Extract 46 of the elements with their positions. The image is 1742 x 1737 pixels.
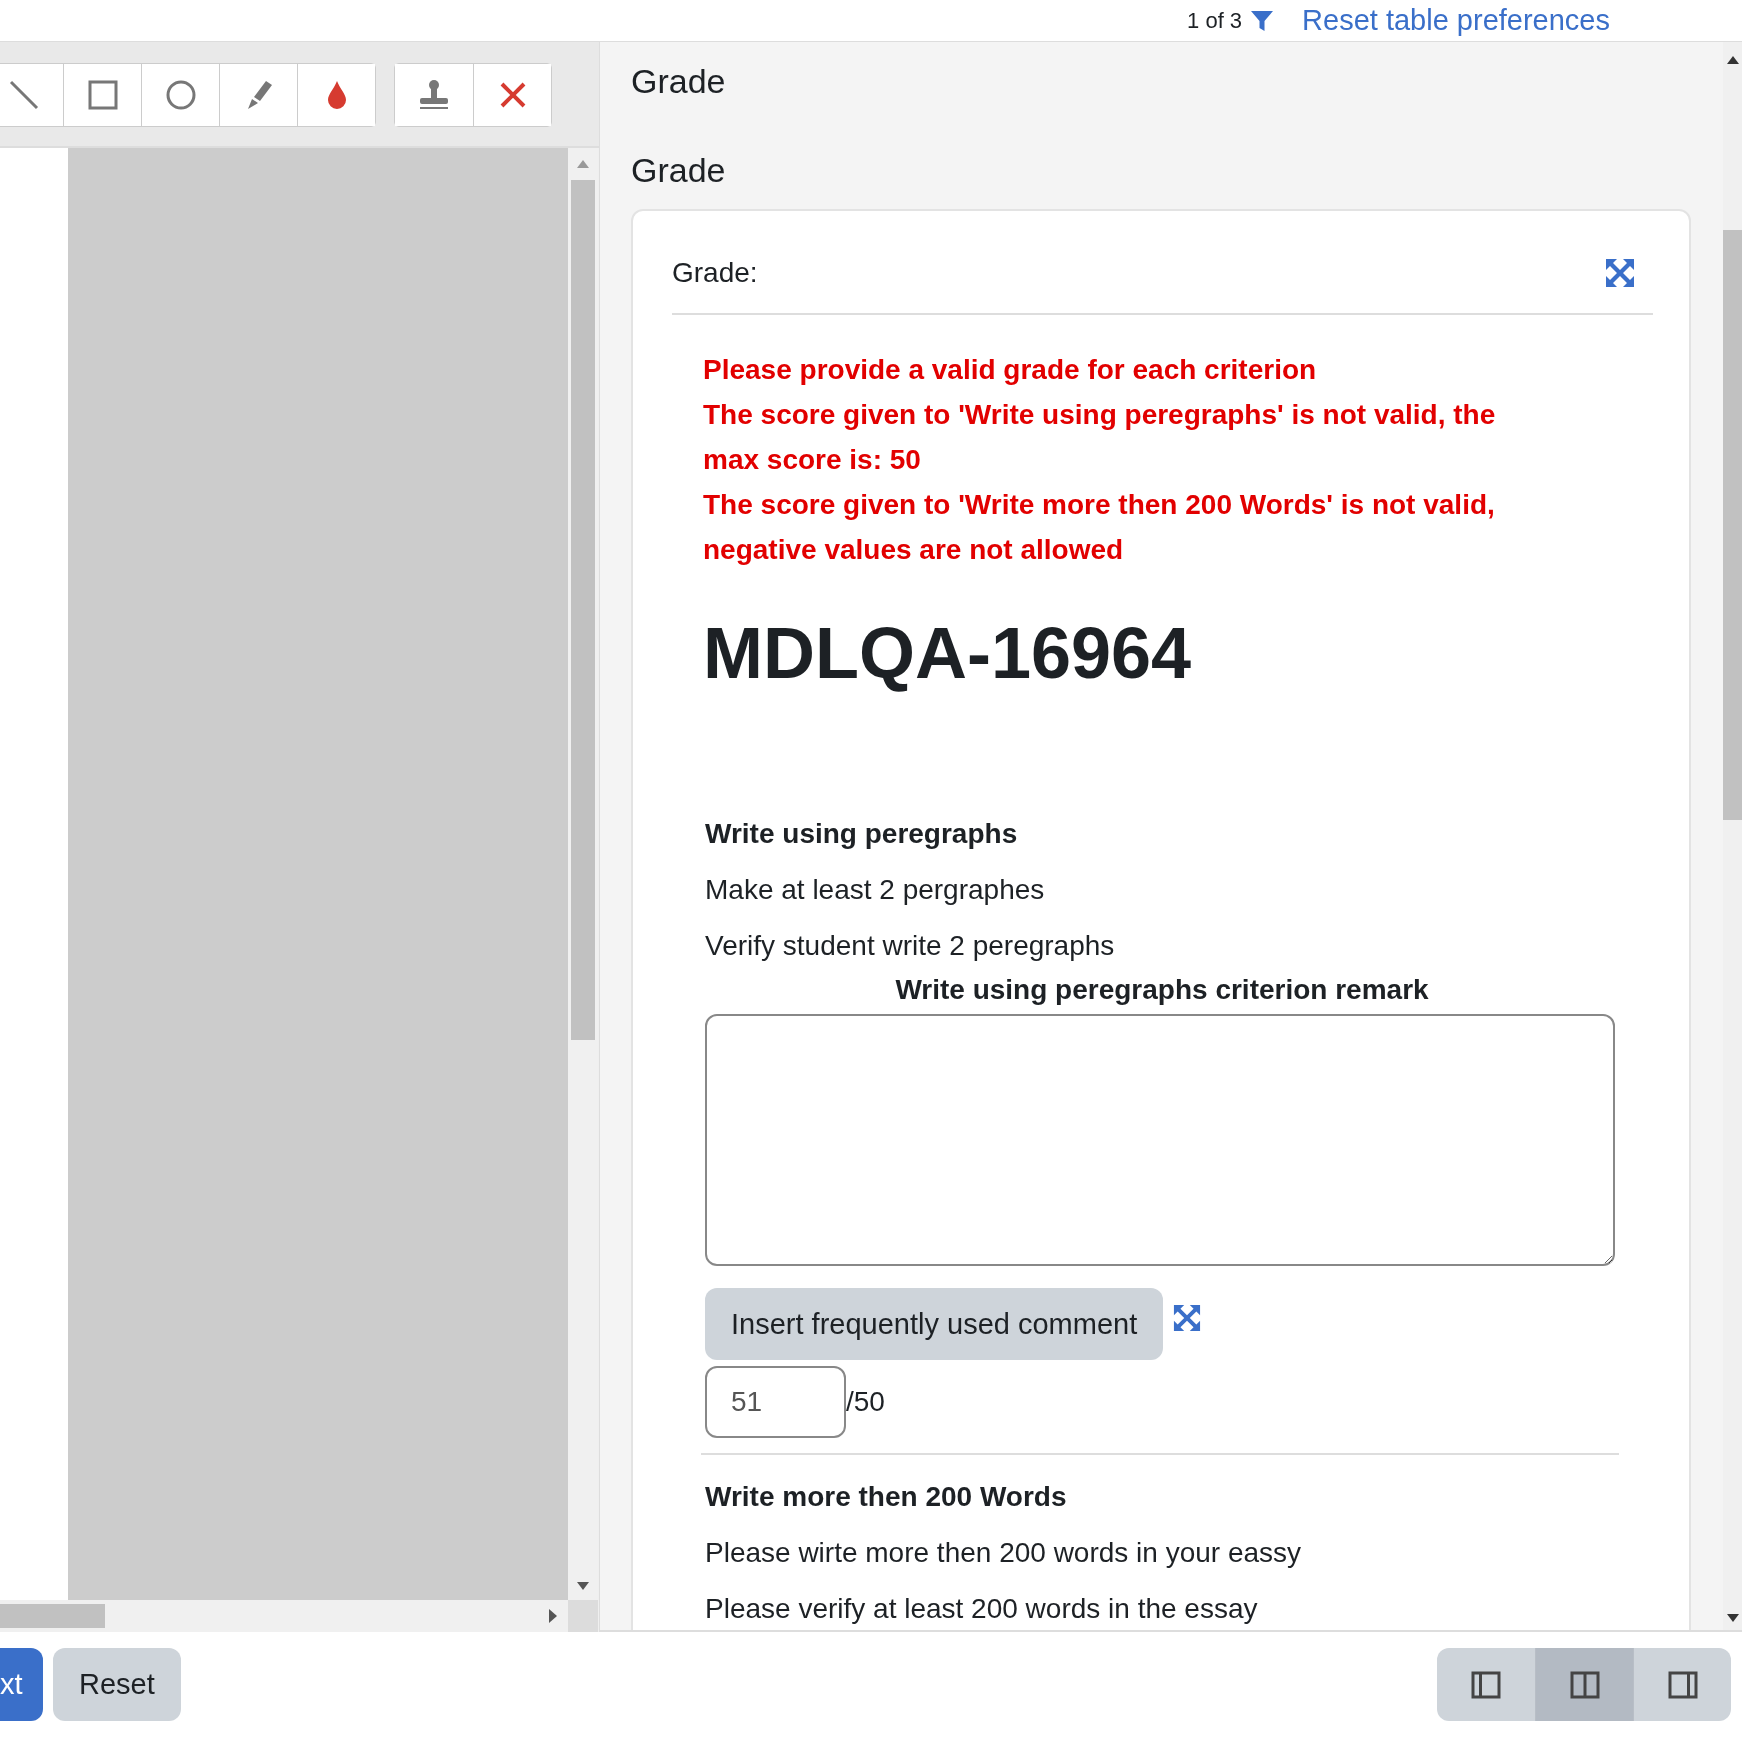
remark-field[interactable] [705, 1014, 1615, 1266]
max-score: /50 [846, 1386, 885, 1418]
delete-tool[interactable] [473, 64, 551, 126]
rectangle-icon [87, 80, 118, 110]
right-panel-icon [1667, 1670, 1698, 1699]
remark-label: Write using peregraphs criterion remark [894, 973, 1430, 1007]
section-heading: Grade [631, 151, 727, 190]
error-message: The score given to 'Write using peregraphs' is not valid, the max score is: 50 [703, 398, 1497, 477]
reset-table-preferences-link[interactable]: Reset table preferences [1302, 4, 1610, 37]
next-button[interactable]: xt [0, 1648, 43, 1721]
line-icon [9, 80, 39, 110]
scroll-down-icon[interactable] [577, 1582, 589, 1590]
layout-button[interactable] [1633, 1648, 1731, 1721]
expand-icon[interactable] [1605, 258, 1635, 288]
split-panel-icon [1569, 1670, 1600, 1699]
page-counter: 1 of 3 [1187, 7, 1243, 34]
section-heading: Grade [631, 62, 727, 101]
criterion-description: Make at least 2 pergraphes [705, 873, 1046, 907]
insert-comment-button[interactable]: Insert frequently used comment [705, 1288, 1164, 1360]
stamp-icon [417, 79, 451, 111]
scrollbar-thumb[interactable] [571, 180, 595, 1040]
close-icon [498, 81, 527, 109]
criterion-title: Write using peregraphs [705, 817, 1019, 851]
scroll-right-icon[interactable] [549, 1609, 557, 1623]
scrollbar-thumb[interactable] [0, 1604, 105, 1628]
scroll-up-icon[interactable] [1726, 56, 1739, 64]
droplet-icon [325, 80, 348, 110]
layout-button[interactable] [1535, 1648, 1633, 1721]
grading-title: MDLQA-16964 [703, 612, 1193, 694]
error-message: Please provide a valid grade for each criterion [703, 353, 1318, 387]
score-field[interactable]: 51 [705, 1366, 846, 1438]
expand-icon[interactable] [1173, 1304, 1202, 1332]
criterion-description: Please wirte more then 200 words in your eassy [705, 1536, 1303, 1570]
error-message: The score given to 'Write more then 200 Words' is not valid, negative values are not allowed [703, 488, 1496, 567]
layout-button[interactable] [1437, 1648, 1535, 1721]
criterion-description: Please verify at least 200 words in the essay [705, 1592, 1259, 1626]
criterion-description: Verify student write 2 peregraphs [705, 929, 1116, 963]
vertical-scrollbar[interactable] [1723, 42, 1742, 1630]
scroll-down-icon[interactable] [1726, 1614, 1739, 1622]
left-panel-icon [1471, 1670, 1501, 1699]
grade-label: Grade: [672, 257, 758, 289]
circle-icon [165, 80, 196, 110]
scrollbar-thumb[interactable] [1723, 230, 1742, 820]
color-tool[interactable] [297, 64, 375, 126]
criterion-title: Write more then 200 Words [705, 1480, 1068, 1514]
reset-button[interactable]: Reset [53, 1648, 181, 1721]
